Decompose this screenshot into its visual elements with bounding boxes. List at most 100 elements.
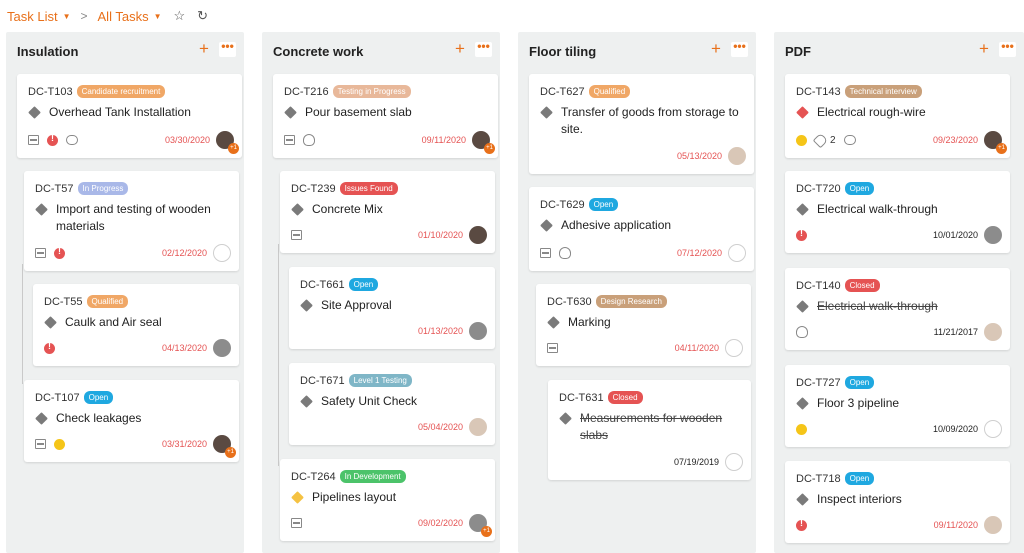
due-date: 10/09/2020	[932, 424, 978, 434]
task-id: DC-T57	[35, 182, 74, 195]
card-footer: 07/12/2020	[540, 244, 746, 262]
status-badge: In Progress	[77, 182, 129, 195]
avatar[interactable]	[725, 339, 743, 357]
priority-diamond-icon	[35, 203, 48, 216]
task-title-text: Electrical walk-through	[817, 299, 938, 313]
task-id: DC-T239	[291, 182, 336, 195]
avatar[interactable]: +1	[213, 435, 236, 458]
star-icon[interactable]: ☆	[174, 8, 186, 24]
status-badge: Open	[348, 278, 379, 291]
status-badge: Open	[588, 198, 619, 211]
task-card[interactable]: DC-T239 Issues Found Concrete Mix 01/10/…	[280, 171, 495, 253]
card-id-row: DC-T661 Open	[300, 278, 379, 291]
card-id-row: DC-T107 Open	[35, 391, 114, 404]
priority-diamond-icon	[796, 300, 809, 313]
error-icon	[44, 341, 55, 354]
avatar[interactable]	[984, 420, 1002, 438]
more-options-button[interactable]: •••	[999, 40, 1016, 57]
bug-icon	[559, 247, 571, 259]
avatar[interactable]	[469, 418, 487, 436]
status-badge: Open	[844, 182, 875, 195]
task-card[interactable]: DC-T630 Design Research Marking 04/11/20…	[536, 284, 751, 366]
due-date: 07/12/2020	[676, 248, 722, 258]
task-card[interactable]: DC-T107 Open Check leakages 03/31/2020 +…	[24, 380, 239, 462]
task-card[interactable]: DC-T103 Candidate recruitment Overhead T…	[17, 74, 242, 158]
avatar[interactable]: +1	[472, 131, 495, 154]
task-list-dropdown[interactable]: Task List ▼	[7, 9, 71, 24]
avatar[interactable]	[984, 226, 1002, 244]
task-id: DC-T727	[796, 376, 841, 389]
task-card[interactable]: DC-T631 Closed Measurements for wooden s…	[548, 380, 751, 480]
card-id-row: DC-T103 Candidate recruitment	[28, 85, 166, 98]
task-title: Electrical walk-through	[796, 298, 996, 315]
task-id: DC-T627	[540, 85, 585, 98]
card-id-row: DC-T55 Qualified	[44, 295, 129, 308]
task-card[interactable]: DC-T661 Open Site Approval 01/13/2020	[289, 267, 495, 349]
avatar[interactable]	[725, 453, 743, 471]
task-card[interactable]: DC-T718 Open Inspect interiors 09/11/202…	[785, 461, 1010, 543]
subtasks-icon	[284, 135, 295, 145]
task-title-text: Electrical walk-through	[817, 202, 938, 216]
task-card[interactable]: DC-T216 Testing in Progress Pour basemen…	[273, 74, 498, 158]
add-card-button[interactable]: +	[975, 40, 993, 59]
more-options-button[interactable]: •••	[731, 40, 748, 57]
comment-icon	[843, 135, 856, 145]
avatar[interactable]: +1	[984, 131, 1007, 154]
subtasks-icon	[547, 343, 558, 353]
task-card[interactable]: DC-T57 In Progress Import and testing of…	[24, 171, 239, 271]
task-card[interactable]: DC-T727 Open Floor 3 pipeline 10/09/2020	[785, 365, 1010, 447]
task-id: DC-T718	[796, 472, 841, 485]
column-pdf: PDF + ••• DC-T143 Technical interview El…	[774, 32, 1024, 553]
more-options-button[interactable]: •••	[219, 40, 236, 57]
priority-diamond-icon	[796, 493, 809, 506]
task-id: DC-T140	[796, 279, 841, 292]
task-title-text: Site Approval	[321, 298, 392, 312]
avatar[interactable]	[469, 226, 487, 244]
card-id-row: DC-T140 Closed	[796, 279, 880, 292]
avatar[interactable]	[213, 339, 231, 357]
caret-down-icon: ▼	[153, 11, 162, 21]
avatar[interactable]	[469, 322, 487, 340]
avatar[interactable]: +1	[469, 514, 492, 537]
task-card[interactable]: DC-T671 Level 1 Testing Safety Unit Chec…	[289, 363, 495, 445]
task-title-text: Transfer of goods from storage to site.	[561, 105, 739, 136]
task-id: DC-T629	[540, 198, 585, 211]
tag-icon	[812, 132, 829, 148]
more-options-button[interactable]: •••	[475, 40, 492, 57]
task-title-text: Measurements for wooden slabs	[580, 411, 723, 442]
task-card[interactable]: DC-T627 Qualified Transfer of goods from…	[529, 74, 754, 174]
avatar[interactable]	[728, 244, 746, 262]
avatar[interactable]	[213, 244, 231, 262]
avatar[interactable]	[984, 323, 1002, 341]
status-badge: Candidate recruitment	[76, 85, 166, 98]
column-concrete-work: Concrete work + ••• DC-T216 Testing in P…	[262, 32, 500, 553]
task-card[interactable]: DC-T140 Closed Electrical walk-through 1…	[785, 268, 1010, 350]
priority-diamond-icon	[300, 395, 313, 408]
task-title: Marking	[547, 314, 737, 331]
card-footer: 01/10/2020	[291, 226, 487, 244]
task-card[interactable]: DC-T264 In Development Pipelines layout …	[280, 459, 495, 541]
avatar[interactable]	[984, 516, 1002, 534]
task-card[interactable]: DC-T55 Qualified Caulk and Air seal 04/1…	[33, 284, 239, 366]
refresh-icon[interactable]: ↻	[197, 8, 208, 24]
task-card[interactable]: DC-T720 Open Electrical walk-through 10/…	[785, 171, 1010, 253]
task-card[interactable]: DC-T143 Technical interview Electrical r…	[785, 74, 1010, 158]
due-date: 09/23/2020	[932, 135, 978, 145]
add-card-button[interactable]: +	[195, 40, 213, 59]
all-tasks-dropdown[interactable]: All Tasks ▼	[98, 9, 162, 24]
add-card-button[interactable]: +	[707, 40, 725, 59]
card-id-row: DC-T216 Testing in Progress	[284, 85, 411, 98]
card-footer: 03/30/2020 +1	[28, 131, 239, 154]
priority-diamond-icon	[291, 491, 304, 504]
due-date: 02/12/2020	[161, 248, 207, 258]
task-card[interactable]: DC-T629 Open Adhesive application 07/12/…	[529, 187, 754, 271]
task-id: DC-T661	[300, 278, 345, 291]
avatar-more-badge: +1	[481, 526, 492, 537]
task-title-text: Pour basement slab	[305, 105, 412, 119]
avatar[interactable]: +1	[216, 131, 239, 154]
card-id-row: DC-T671 Level 1 Testing	[300, 374, 412, 387]
status-badge: Closed	[844, 279, 880, 292]
avatar[interactable]	[728, 147, 746, 165]
priority-diamond-icon	[291, 203, 304, 216]
add-card-button[interactable]: +	[451, 40, 469, 59]
